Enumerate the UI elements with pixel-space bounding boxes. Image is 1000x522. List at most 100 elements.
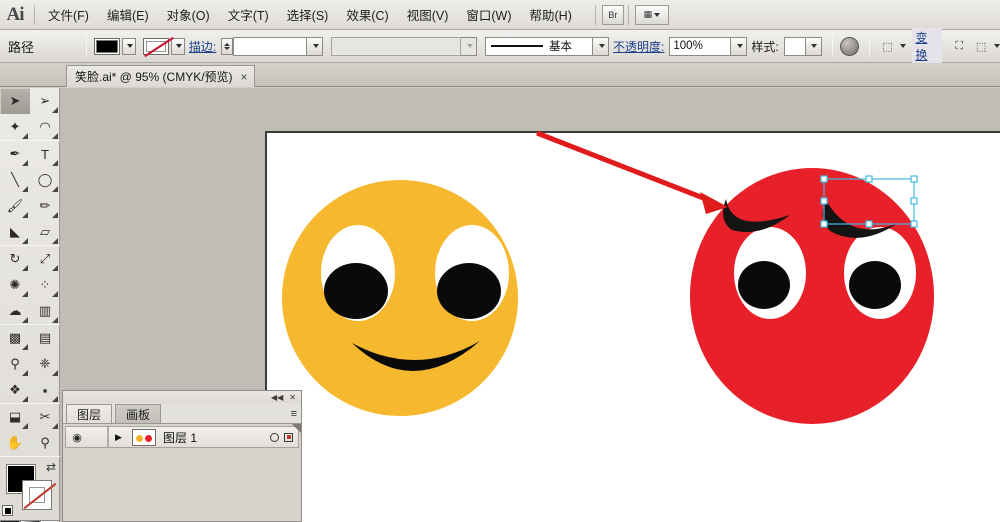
gradient-tool[interactable]: ▤ bbox=[30, 325, 60, 351]
stroke-weight-dropdown[interactable] bbox=[307, 36, 324, 56]
stroke-weight-stepper[interactable] bbox=[221, 37, 234, 55]
opacity-combo[interactable]: 100% bbox=[669, 36, 748, 56]
menu-file[interactable]: 文件(F) bbox=[39, 1, 98, 28]
fill-color-swatch[interactable] bbox=[94, 37, 121, 55]
width-tool[interactable]: ✺ bbox=[0, 272, 30, 298]
opacity-label[interactable]: 不透明度: bbox=[613, 38, 664, 55]
stroke-color-swatch[interactable] bbox=[143, 37, 169, 55]
style-combo[interactable] bbox=[783, 36, 822, 56]
style-swatch[interactable] bbox=[783, 36, 806, 56]
direct-selection-tool[interactable]: ➢ bbox=[30, 88, 60, 114]
tab-layers[interactable]: 图层 bbox=[66, 404, 113, 423]
style-dropdown[interactable] bbox=[805, 36, 822, 56]
scale-tool[interactable]: ⤢ bbox=[30, 246, 60, 272]
menu-window[interactable]: 窗口(W) bbox=[457, 1, 520, 28]
menu-object[interactable]: 对象(O) bbox=[158, 1, 219, 28]
hand-tool[interactable]: ✋ bbox=[0, 430, 30, 456]
swap-fill-stroke-icon[interactable]: ⇄ bbox=[46, 460, 56, 474]
document-tab[interactable]: 笑脸.ai* @ 95% (CMYK/预览) × bbox=[66, 65, 255, 87]
mesh-tool[interactable]: ▩ bbox=[0, 325, 30, 351]
rotate-tool[interactable]: ↻ bbox=[0, 246, 30, 272]
collapse-icon[interactable]: ◀◀ bbox=[271, 393, 283, 402]
ellipse-tool[interactable]: ◯ bbox=[30, 167, 60, 193]
fill-dropdown-button[interactable] bbox=[122, 37, 137, 55]
menu-help[interactable]: 帮助(H) bbox=[521, 1, 581, 28]
opacity-dropdown[interactable] bbox=[731, 36, 748, 56]
selection-tool[interactable]: ➤ bbox=[0, 88, 30, 114]
type-tool-icon: T bbox=[41, 146, 49, 162]
menu-edit[interactable]: 编辑(E) bbox=[98, 1, 158, 28]
recolor-artwork-icon[interactable] bbox=[839, 36, 859, 56]
zoom-tool-icon: ⚲ bbox=[40, 435, 50, 450]
control-divider-1 bbox=[86, 35, 88, 57]
eraser-tool[interactable]: ▱ bbox=[30, 219, 60, 245]
symbol-sprayer-tool[interactable]: ❖ bbox=[0, 377, 30, 403]
panel-menu-icon[interactable]: ≡ bbox=[291, 408, 297, 420]
yellow-smiley-face[interactable] bbox=[282, 180, 518, 416]
layer-name[interactable]: 图层 1 bbox=[156, 429, 270, 446]
layer-row[interactable]: ◉ ▶ 图层 1 bbox=[65, 426, 299, 448]
align-icon[interactable]: ⬚ bbox=[877, 37, 899, 56]
red-left-pupil[interactable] bbox=[738, 261, 790, 309]
eyedropper-tool[interactable]: ⚲ bbox=[0, 351, 30, 377]
chevron-down-icon[interactable] bbox=[993, 44, 1000, 48]
layers-panel-header: ◀◀ ✕ bbox=[63, 391, 301, 403]
chevron-down-icon bbox=[312, 44, 319, 48]
brush-definition-combo[interactable]: 基本 bbox=[485, 36, 610, 56]
paintbrush-tool[interactable]: 🖌 bbox=[0, 193, 30, 219]
slice-tool[interactable]: ✂ bbox=[30, 404, 60, 430]
isolate-group-icon[interactable]: ⛶ bbox=[948, 37, 970, 56]
menu-effect[interactable]: 效果(C) bbox=[337, 1, 397, 28]
stroke-weight-input[interactable] bbox=[233, 36, 308, 56]
shape-options-icon[interactable]: ⬚ bbox=[970, 37, 992, 56]
stroke-profile-dropdown bbox=[461, 36, 478, 56]
menu-bar: Ai 文件(F) 编辑(E) 对象(O) 文字(T) 选择(S) 效果(C) 视… bbox=[0, 0, 1000, 30]
stroke-weight-label[interactable]: 描边: bbox=[189, 38, 216, 55]
pencil-tool[interactable]: ✏ bbox=[30, 193, 60, 219]
brush-definition-dropdown[interactable] bbox=[593, 36, 610, 56]
layer-target-icon[interactable] bbox=[270, 432, 279, 442]
yellow-right-pupil[interactable] bbox=[437, 263, 501, 319]
transform-link[interactable]: 变换 bbox=[912, 28, 943, 64]
tools-grid-3: ↻ ⤢ ✺ ⁘ ☁ ▥ bbox=[0, 246, 60, 324]
tab-artboards[interactable]: 画板 bbox=[115, 404, 162, 423]
pen-tool[interactable]: ✒ bbox=[0, 141, 30, 167]
bridge-icon[interactable]: Br bbox=[601, 4, 624, 25]
stroke-color-swatch-tool[interactable] bbox=[22, 480, 52, 510]
menu-type[interactable]: 文字(T) bbox=[219, 1, 278, 28]
free-transform-tool[interactable]: ⁘ bbox=[30, 272, 60, 298]
default-fill-stroke-icon[interactable] bbox=[2, 505, 13, 516]
blend-tool[interactable]: ❈ bbox=[30, 351, 60, 377]
direct-selection-tool-icon: ➢ bbox=[39, 93, 51, 108]
close-icon[interactable]: ✕ bbox=[289, 393, 296, 402]
chevron-down-icon[interactable] bbox=[900, 44, 907, 48]
brush-definition-value[interactable]: 基本 bbox=[485, 36, 594, 56]
layer-selected-indicator[interactable] bbox=[284, 432, 293, 442]
layer-visibility-icon[interactable]: ◉ bbox=[66, 427, 88, 447]
magic-wand-tool[interactable]: ✦ bbox=[0, 114, 30, 140]
stroke-dropdown-button[interactable] bbox=[171, 37, 185, 55]
ellipse-tool-icon: ◯ bbox=[37, 172, 53, 187]
chevron-down-icon bbox=[811, 44, 818, 48]
graph-tool[interactable]: ▪ bbox=[30, 377, 60, 403]
type-tool[interactable]: T bbox=[30, 141, 60, 167]
column-graph-tool[interactable]: ▥ bbox=[30, 298, 60, 324]
artboard-tool[interactable]: ⬓ bbox=[0, 404, 30, 430]
lasso-tool[interactable]: ◠ bbox=[30, 114, 60, 140]
layer-expand-icon[interactable]: ▶ bbox=[108, 427, 130, 447]
close-icon[interactable]: × bbox=[241, 70, 248, 84]
zoom-tool[interactable]: ⚲ bbox=[30, 430, 60, 456]
yellow-left-pupil[interactable] bbox=[324, 263, 388, 319]
menu-view[interactable]: 视图(V) bbox=[398, 1, 458, 28]
layers-panel-corner bbox=[292, 424, 301, 433]
red-right-pupil[interactable] bbox=[849, 261, 901, 309]
opacity-input[interactable]: 100% bbox=[669, 36, 732, 56]
shape-builder-tool[interactable]: ☁ bbox=[0, 298, 30, 324]
stroke-weight-combo[interactable] bbox=[233, 36, 324, 56]
menu-select[interactable]: 选择(S) bbox=[278, 1, 338, 28]
stroke-profile-combo[interactable] bbox=[331, 36, 478, 56]
line-segment-tool[interactable]: ╲ bbox=[0, 167, 30, 193]
arrange-documents-icon[interactable]: ▦ bbox=[634, 4, 669, 25]
blob-brush-tool[interactable]: ◣ bbox=[0, 219, 30, 245]
layer-lock-toggle[interactable] bbox=[88, 427, 108, 447]
